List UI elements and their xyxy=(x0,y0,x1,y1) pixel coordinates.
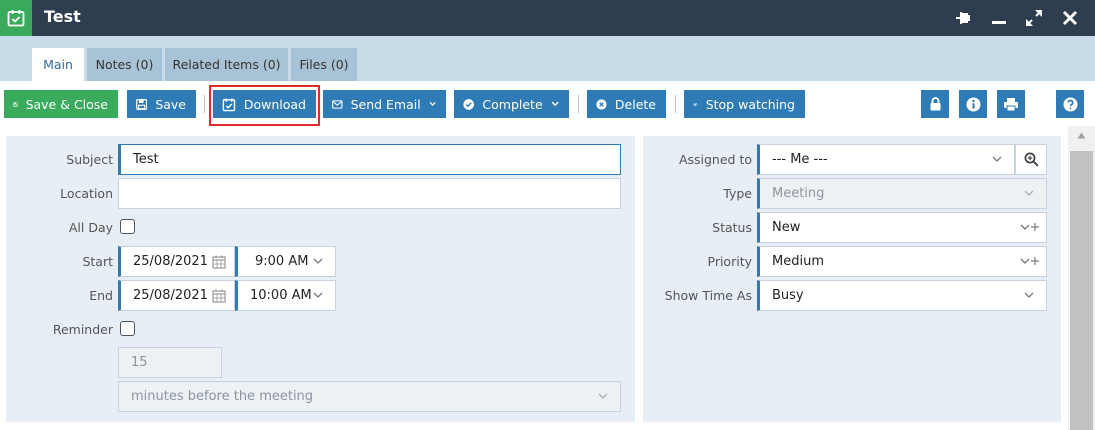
left-form-panel: Subject Test Location All Day Start 25/0… xyxy=(6,136,635,422)
status-value: New xyxy=(772,220,801,235)
zoom-search-icon xyxy=(1024,152,1039,167)
type-label: Type xyxy=(723,186,752,201)
tab-bar: Main Notes (0) Related Items (0) Files (… xyxy=(0,36,1095,81)
show-time-as-value: Busy xyxy=(772,288,804,303)
help-button[interactable] xyxy=(1056,90,1084,118)
location-label: Location xyxy=(60,186,113,201)
assigned-to-value: --- Me --- xyxy=(772,152,828,167)
lookup-button[interactable] xyxy=(1015,144,1047,175)
priority-value: Medium xyxy=(772,254,824,269)
end-date-input[interactable]: 25/08/2021 xyxy=(118,280,235,311)
assigned-to-label: Assigned to xyxy=(678,152,752,167)
chevron-down-plus-icon xyxy=(1020,257,1039,265)
reminder-amount-input[interactable]: 15 xyxy=(118,347,222,378)
help-icon xyxy=(1063,97,1077,111)
show-time-as-select[interactable]: Busy xyxy=(757,280,1047,311)
tab-files[interactable]: Files (0) xyxy=(291,48,357,81)
save-close-label: Save & Close xyxy=(25,96,108,112)
download-highlight-box xyxy=(209,85,320,126)
chevron-down-icon xyxy=(429,101,436,106)
start-time-value: 9:00 AM xyxy=(255,254,309,269)
subject-input[interactable]: Test xyxy=(118,144,621,175)
chevron-down-icon xyxy=(551,101,559,107)
subject-label: Subject xyxy=(66,152,113,167)
chevron-down-icon xyxy=(313,258,323,264)
all-day-checkbox[interactable] xyxy=(120,219,135,234)
start-label: Start xyxy=(82,254,113,269)
lock-icon xyxy=(930,97,940,111)
reminder-label: Reminder xyxy=(52,322,113,337)
delete-circle-icon xyxy=(596,98,607,110)
stop-watching-button[interactable]: Stop watching xyxy=(684,90,805,118)
save-button[interactable]: Save xyxy=(127,90,196,118)
start-date-value: 25/08/2021 xyxy=(133,254,208,269)
all-day-label: All Day xyxy=(68,220,113,235)
end-time-value: 10:00 AM xyxy=(250,288,312,303)
complete-button[interactable]: Complete xyxy=(454,90,569,118)
type-value: Meeting xyxy=(772,186,825,201)
status-label: Status xyxy=(712,220,752,235)
end-time-select[interactable]: 10:00 AM xyxy=(235,280,336,311)
tab-related-items[interactable]: Related Items (0) xyxy=(165,48,288,81)
stop-watching-label: Stop watching xyxy=(705,96,795,112)
info-button[interactable] xyxy=(959,90,987,118)
chevron-down-plus-icon xyxy=(1020,223,1039,231)
print-button[interactable] xyxy=(997,90,1025,118)
toolbar-separator xyxy=(675,95,676,113)
location-input[interactable] xyxy=(118,178,621,209)
reminder-unit-value: minutes before the meeting xyxy=(131,389,314,404)
toolbar: Save & Close Save Download Send Email Co… xyxy=(0,81,1095,126)
calendar-icon[interactable] xyxy=(212,255,226,269)
title-bar: Test xyxy=(0,0,1095,36)
vertical-scrollbar[interactable] xyxy=(1068,126,1095,430)
calendar-icon[interactable] xyxy=(212,289,226,303)
lock-button[interactable] xyxy=(921,90,949,118)
type-select[interactable]: Meeting xyxy=(757,178,1047,209)
end-date-value: 25/08/2021 xyxy=(133,288,208,303)
pin-icon[interactable] xyxy=(955,9,973,27)
delete-label: Delete xyxy=(614,96,656,112)
maximize-icon[interactable] xyxy=(1025,9,1043,27)
chevron-down-icon xyxy=(313,292,323,298)
close-icon[interactable] xyxy=(1061,9,1079,27)
envelope-icon xyxy=(332,99,343,109)
status-select[interactable]: New xyxy=(757,212,1047,243)
chevron-down-icon xyxy=(1024,190,1034,196)
right-form-panel: Assigned to --- Me --- Type Meeting Stat… xyxy=(643,136,1061,422)
delete-button[interactable]: Delete xyxy=(587,90,666,118)
tab-main[interactable]: Main xyxy=(32,48,84,81)
eye-slash-icon xyxy=(693,102,698,106)
show-time-as-label: Show Time As xyxy=(664,288,752,303)
send-email-label: Send Email xyxy=(350,96,421,112)
window-title: Test xyxy=(44,7,81,26)
reminder-unit-select[interactable]: minutes before the meeting xyxy=(118,381,621,412)
calendar-check-icon xyxy=(0,0,32,36)
save-icon xyxy=(136,98,148,110)
tab-notes[interactable]: Notes (0) xyxy=(87,48,162,81)
chevron-down-icon xyxy=(598,393,608,399)
scrollbar-thumb[interactable] xyxy=(1070,151,1093,430)
priority-select[interactable]: Medium xyxy=(757,246,1047,277)
toolbar-separator xyxy=(204,95,205,113)
priority-label: Priority xyxy=(707,254,753,269)
scroll-up-arrow-icon[interactable] xyxy=(1077,132,1086,139)
send-email-button[interactable]: Send Email xyxy=(323,90,446,118)
reminder-checkbox[interactable] xyxy=(120,321,135,336)
save-close-button[interactable]: Save & Close xyxy=(4,90,118,118)
assigned-to-select[interactable]: --- Me --- xyxy=(757,144,1015,175)
save-label: Save xyxy=(155,96,186,112)
chevron-down-icon xyxy=(992,156,1002,162)
check-circle-icon xyxy=(463,98,475,110)
info-icon xyxy=(966,97,980,111)
print-icon xyxy=(1004,97,1018,111)
minimize-icon[interactable] xyxy=(990,9,1008,27)
complete-label: Complete xyxy=(482,96,543,112)
start-date-input[interactable]: 25/08/2021 xyxy=(118,246,235,277)
end-label: End xyxy=(89,288,113,303)
save-icon xyxy=(13,101,18,107)
start-time-select[interactable]: 9:00 AM xyxy=(235,246,336,277)
toolbar-separator xyxy=(578,95,579,113)
chevron-down-icon xyxy=(1024,292,1034,298)
